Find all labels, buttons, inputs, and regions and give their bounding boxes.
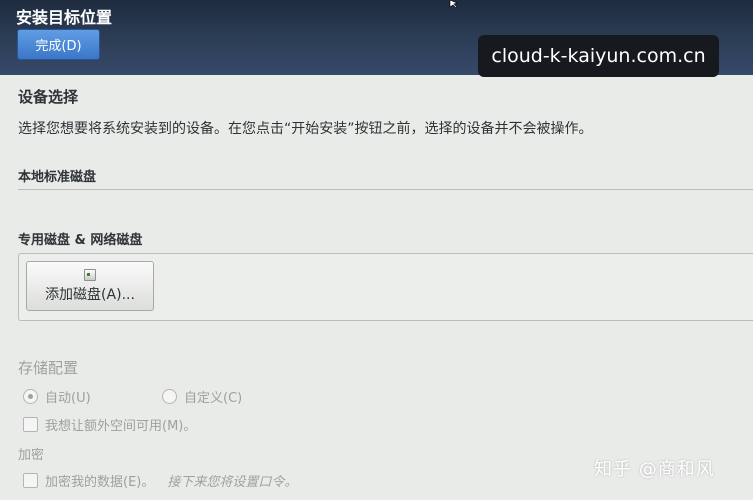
checkbox-icon[interactable]: [23, 417, 38, 432]
storage-config-title: 存储配置: [18, 359, 79, 377]
done-button[interactable]: 完成(D): [17, 29, 100, 60]
auto-partition-label: 自动(U): [45, 391, 91, 406]
checkbox-icon[interactable]: [23, 473, 38, 488]
encrypt-note: 接下来您将设置口令。: [167, 475, 298, 490]
encryption-title: 加密: [18, 448, 45, 463]
page-title: 安装目标位置: [16, 8, 113, 27]
add-disk-button[interactable]: 添加磁盘(A)...: [26, 261, 154, 311]
local-disks-divider: [18, 189, 753, 190]
radio-unchecked-icon[interactable]: [162, 389, 177, 404]
add-disk-label: 添加磁盘(A)...: [45, 286, 135, 303]
extra-space-label: 我想让额外空间可用(M)。: [45, 419, 197, 434]
header-bar: 安装目标位置 完成(D) cloud-k-kaiyun.com.cn: [0, 0, 753, 77]
encrypt-data-label: 加密我的数据(E)。: [45, 475, 155, 490]
mouse-cursor-icon: [449, 0, 458, 8]
auto-partition-radio[interactable]: 自动(U): [23, 387, 91, 406]
watermark: 知乎 @商和风: [594, 459, 715, 480]
extra-space-checkbox[interactable]: 我想让额外空间可用(M)。: [23, 415, 196, 434]
device-selection-title: 设备选择: [18, 88, 79, 106]
disk-icon: [84, 268, 96, 281]
radio-checked-icon[interactable]: [23, 389, 38, 404]
special-disks-label: 专用磁盘 & 网络磁盘: [18, 233, 143, 248]
device-selection-description: 选择您想要将系统安装到的设备。在您点击“开始安装”按钮之前，选择的设备并不会被操…: [18, 121, 593, 137]
custom-partition-label: 自定义(C): [184, 391, 243, 406]
custom-partition-radio[interactable]: 自定义(C): [162, 387, 242, 406]
keyboard-layout-indicator[interactable]: cloud-k-kaiyun.com.cn: [478, 35, 719, 77]
local-disks-label: 本地标准磁盘: [18, 170, 97, 185]
encrypt-data-checkbox[interactable]: 加密我的数据(E)。 接下来您将设置口令。: [23, 471, 297, 490]
